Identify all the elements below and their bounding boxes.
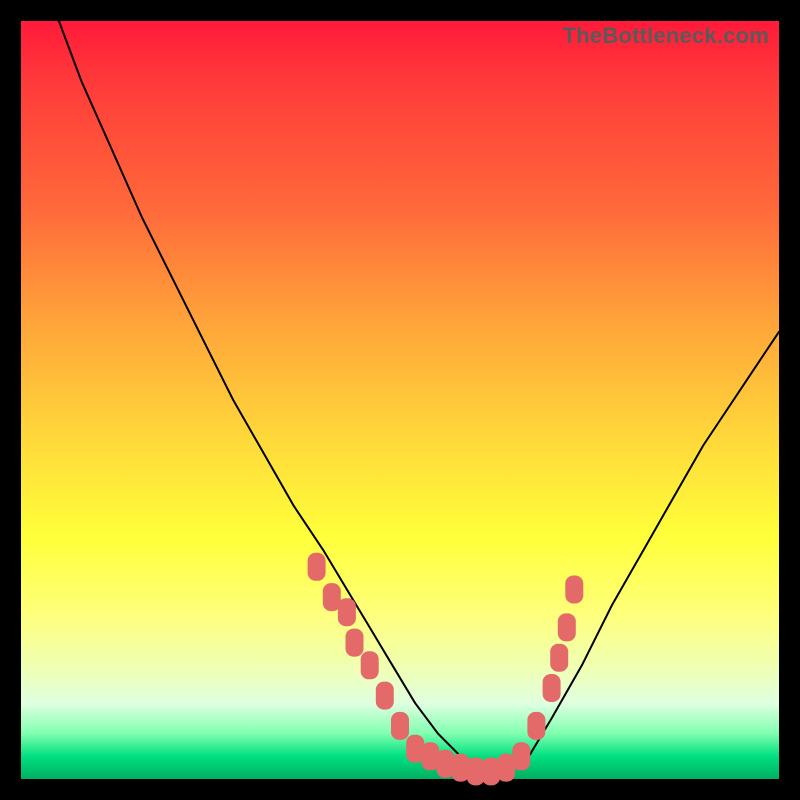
chart-frame: TheBottleneck.com (0, 0, 800, 800)
data-marker (391, 712, 409, 740)
data-marker (361, 651, 379, 679)
data-marker (558, 613, 576, 641)
data-marker (338, 598, 356, 626)
data-marker (308, 553, 326, 581)
data-marker (550, 644, 568, 672)
data-marker (376, 682, 394, 710)
bottleneck-curve (59, 21, 779, 771)
data-marker (527, 712, 545, 740)
chart-svg (21, 21, 779, 779)
data-marker (512, 742, 530, 770)
plot-area: TheBottleneck.com (21, 21, 779, 779)
data-marker (565, 576, 583, 604)
data-marker (543, 674, 561, 702)
data-marker (346, 629, 364, 657)
data-markers (308, 553, 584, 786)
